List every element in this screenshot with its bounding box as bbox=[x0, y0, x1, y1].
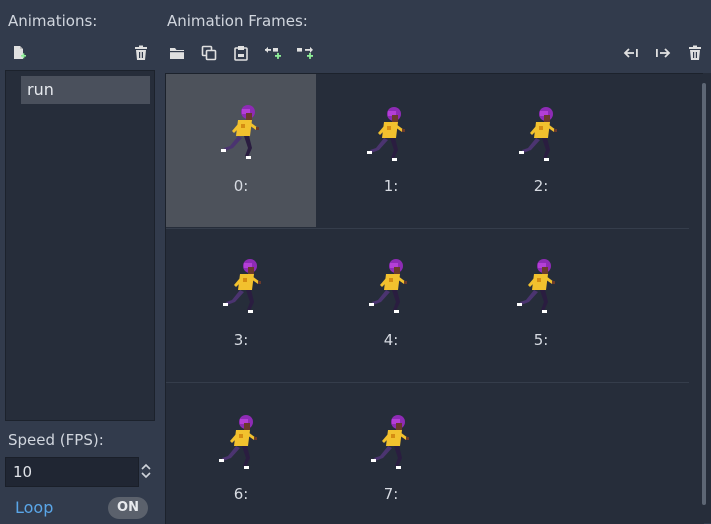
new-animation-icon bbox=[14, 46, 26, 59]
frame-cell-0[interactable]: 0: bbox=[166, 74, 316, 227]
speed-label: Speed (FPS): bbox=[8, 431, 104, 449]
copy-frame-button[interactable] bbox=[199, 43, 219, 63]
frame-label-3: 3: bbox=[233, 331, 249, 349]
move-left-button[interactable] bbox=[621, 43, 641, 63]
copy-icon bbox=[201, 45, 217, 61]
frames-grid: 0: 1: 2: 3: 4: 5: 6: 7: bbox=[165, 73, 704, 524]
frame-sprite-5 bbox=[517, 259, 555, 313]
frame-cell-3[interactable]: 3: bbox=[166, 228, 316, 381]
frame-cell-2[interactable]: 2: bbox=[466, 74, 616, 227]
animations-title: Animations: bbox=[8, 12, 98, 30]
paste-frame-button[interactable] bbox=[231, 43, 251, 63]
arrow-right-icon bbox=[656, 48, 671, 58]
trash-icon bbox=[135, 45, 147, 60]
frame-cell-4[interactable]: 4: bbox=[316, 228, 466, 381]
loop-toggle[interactable]: ON bbox=[108, 497, 148, 519]
frame-label-5: 5: bbox=[533, 331, 549, 349]
frame-sprite-0 bbox=[221, 105, 259, 159]
arrow-left-icon bbox=[623, 48, 638, 58]
frame-sprite-4 bbox=[369, 259, 407, 313]
frame-sprite-3 bbox=[223, 259, 261, 313]
folder-icon bbox=[170, 48, 184, 59]
frame-label-1: 1: bbox=[383, 177, 399, 195]
frame-label-0: 0: bbox=[233, 177, 249, 195]
frame-sprite-6 bbox=[219, 415, 257, 469]
frame-sprite-1 bbox=[367, 107, 405, 161]
insert-before-button[interactable] bbox=[263, 43, 283, 63]
delete-frame-button[interactable] bbox=[685, 43, 705, 63]
frame-label-2: 2: bbox=[533, 177, 549, 195]
delete-animation-button[interactable] bbox=[131, 43, 151, 63]
insert-after-button[interactable] bbox=[295, 43, 315, 63]
load-frames-button[interactable] bbox=[167, 43, 187, 63]
frame-label-7: 7: bbox=[383, 485, 399, 503]
frame-sprite-2 bbox=[519, 107, 557, 161]
new-animation-button[interactable] bbox=[9, 43, 29, 63]
insert-after-icon bbox=[297, 46, 313, 59]
paste-icon bbox=[234, 46, 248, 61]
animations-list: run bbox=[5, 70, 155, 421]
frame-cell-7[interactable]: 7: bbox=[316, 382, 466, 524]
trash-icon bbox=[689, 45, 701, 60]
frame-cell-1[interactable]: 1: bbox=[316, 74, 466, 227]
animation-item-run[interactable]: run bbox=[21, 76, 150, 104]
frames-title: Animation Frames: bbox=[167, 12, 308, 30]
frame-cell-5[interactable]: 5: bbox=[466, 228, 616, 381]
insert-before-icon bbox=[265, 46, 281, 59]
frame-label-4: 4: bbox=[383, 331, 399, 349]
move-right-button[interactable] bbox=[653, 43, 673, 63]
frame-label-6: 6: bbox=[233, 485, 249, 503]
frame-sprite-7 bbox=[371, 415, 409, 469]
scrollbar-thumb[interactable] bbox=[702, 83, 706, 505]
spin-arrows-icon[interactable] bbox=[140, 462, 152, 484]
speed-input[interactable]: 10 bbox=[5, 457, 139, 487]
loop-label: Loop bbox=[15, 498, 54, 517]
frame-cell-6[interactable]: 6: bbox=[166, 382, 316, 524]
